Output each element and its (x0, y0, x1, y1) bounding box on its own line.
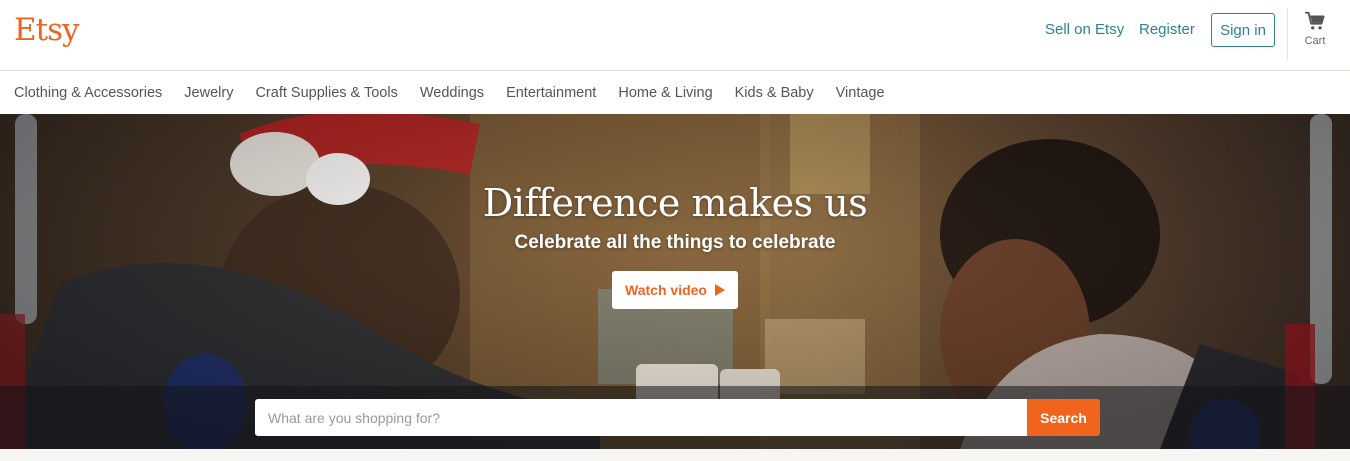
cart-button[interactable]: Cart (1297, 10, 1333, 47)
search-input[interactable] (255, 399, 1028, 436)
page-bottom-strip (0, 449, 1350, 461)
category-nav: Clothing & Accessories Jewelry Craft Suppl… (0, 71, 1350, 114)
site-header: Etsy Sell on Etsy Register Sign in Cart (0, 0, 1350, 71)
sign-in-button[interactable]: Sign in (1211, 13, 1275, 47)
category-link-kids-baby[interactable]: Kids & Baby (735, 85, 814, 101)
category-link-jewelry[interactable]: Jewelry (184, 85, 233, 101)
register-link[interactable]: Register (1139, 21, 1195, 38)
hero-banner: Difference makes us Celebrate all the th… (0, 114, 1350, 449)
category-link-weddings[interactable]: Weddings (420, 85, 484, 101)
category-link-home-living[interactable]: Home & Living (618, 85, 712, 101)
category-link-vintage[interactable]: Vintage (836, 85, 885, 101)
category-link-craft-supplies-tools[interactable]: Craft Supplies & Tools (255, 85, 397, 101)
category-list: Clothing & Accessories Jewelry Craft Suppl… (0, 71, 1350, 114)
play-icon (714, 284, 725, 296)
search-bar: Search (0, 386, 1350, 449)
sell-on-etsy-link[interactable]: Sell on Etsy (1045, 21, 1124, 38)
etsy-logo[interactable]: Etsy (14, 10, 80, 50)
hero-title: Difference makes us (482, 181, 868, 225)
hero-content: Difference makes us Celebrate all the th… (0, 176, 1350, 309)
cart-label: Cart (1304, 35, 1326, 47)
cart-icon (1304, 11, 1325, 30)
watch-video-button[interactable]: Watch video (612, 271, 738, 309)
hero-subtitle: Celebrate all the things to celebrate (514, 232, 836, 253)
category-link-clothing-accessories[interactable]: Clothing & Accessories (14, 85, 162, 101)
header-divider (1287, 8, 1288, 60)
search-button[interactable]: Search (1027, 399, 1100, 436)
watch-video-label: Watch video (625, 282, 707, 298)
category-link-entertainment[interactable]: Entertainment (506, 85, 596, 101)
